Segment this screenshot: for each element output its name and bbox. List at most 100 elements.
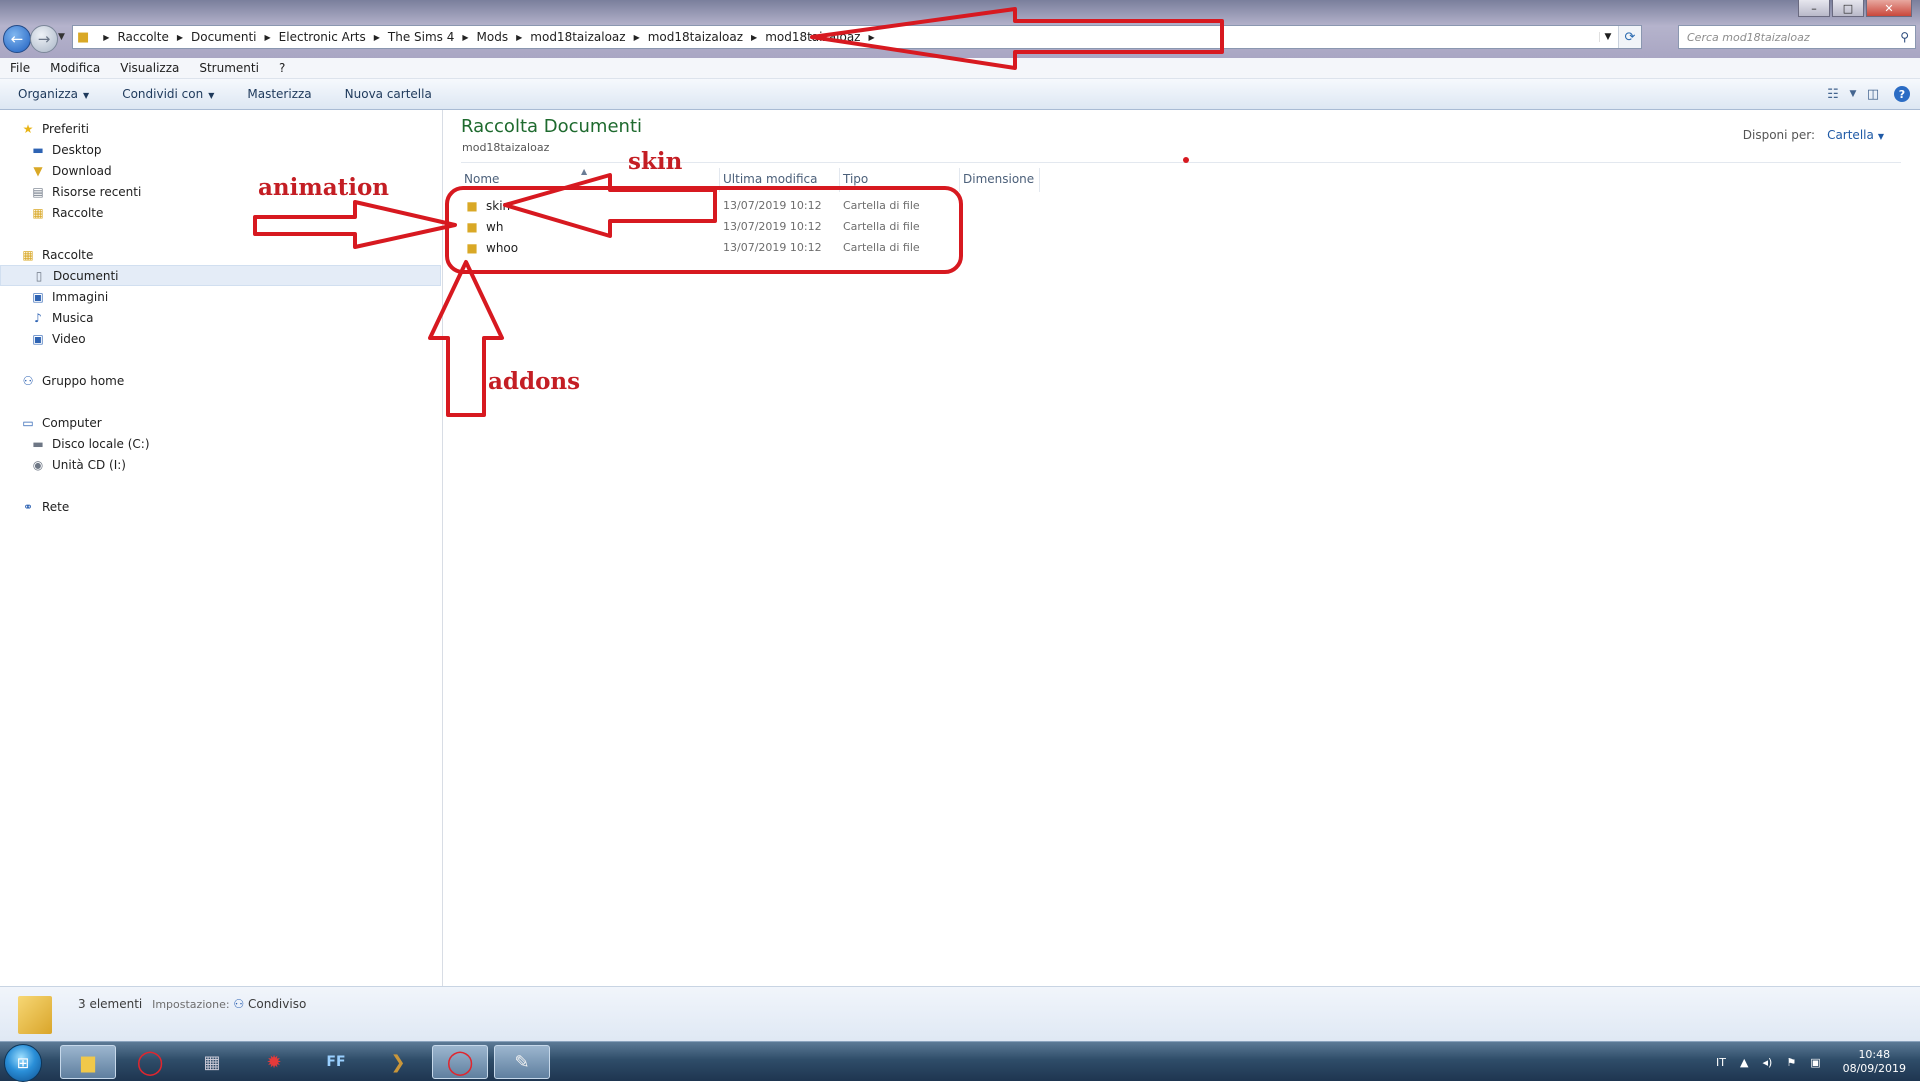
- breadcrumb-mod-2[interactable]: mod18taizaloaz: [648, 30, 743, 44]
- maximize-button[interactable]: □: [1832, 0, 1864, 17]
- taskbar-opera[interactable]: ◯: [122, 1045, 178, 1079]
- chevron-right-icon[interactable]: ▶: [462, 33, 468, 42]
- nav-music-label: Musica: [52, 310, 94, 325]
- navigation-pane: ★ Preferiti ▬ Desktop ▼ Download ▤ Risorse r…: [0, 110, 443, 986]
- address-history-dropdown[interactable]: ▼: [1599, 32, 1616, 42]
- nav-homegroup[interactable]: ⚇ Gruppo home: [0, 370, 442, 391]
- libraries-icon: ▦: [22, 247, 34, 262]
- nav-drive-c[interactable]: ▬ Disco locale (C:): [0, 433, 442, 454]
- nav-desktop[interactable]: ▬ Desktop: [0, 139, 442, 160]
- nav-fav-libraries-label: Raccolte: [52, 205, 104, 220]
- nav-music[interactable]: ♪ Musica: [0, 307, 442, 328]
- preview-pane-icon[interactable]: ◫: [1860, 87, 1886, 102]
- breadcrumb-electronic-arts[interactable]: Electronic Arts: [279, 30, 366, 44]
- organize-button[interactable]: Organizza ▼: [0, 87, 104, 101]
- search-icon[interactable]: ⚲: [1900, 30, 1909, 44]
- libraries-group: ▦ Raccolte ▯ Documenti ▣ Immagini ♪ Musica ▣…: [0, 244, 442, 349]
- start-button[interactable]: ⊞: [4, 1044, 42, 1082]
- chevron-right-icon[interactable]: ▶: [374, 33, 380, 42]
- file-row[interactable]: ■ whoo 13/07/2019 10:12 Cartella di file: [461, 237, 960, 258]
- menu-file[interactable]: File: [0, 61, 40, 75]
- breadcrumb-raccolte[interactable]: Raccolte: [117, 30, 168, 44]
- video-icon: ▣: [32, 331, 44, 346]
- breadcrumb-mod-1[interactable]: mod18taizaloaz: [530, 30, 625, 44]
- close-button[interactable]: ✕: [1866, 0, 1912, 17]
- new-folder-button[interactable]: Nuova cartella: [327, 87, 447, 101]
- minimize-button[interactable]: –: [1798, 0, 1830, 17]
- nav-pictures[interactable]: ▣ Immagini: [0, 286, 442, 307]
- nav-video-label: Video: [52, 331, 86, 346]
- share-button[interactable]: Condividi con ▼: [104, 87, 229, 101]
- show-hidden-icons[interactable]: ▲: [1740, 1056, 1748, 1069]
- network-tray-icon[interactable]: ▣: [1810, 1056, 1820, 1069]
- computer-group: ▭ Computer ▬ Disco locale (C:) ◉ Unità CD (…: [0, 412, 442, 475]
- breadcrumb-mods[interactable]: Mods: [477, 30, 509, 44]
- chevron-right-icon[interactable]: ▶: [634, 33, 640, 42]
- search-placeholder: Cerca mod18taizaloaz: [1687, 30, 1810, 44]
- chevron-right-icon[interactable]: ▶: [265, 33, 271, 42]
- bookmark-icon: ❯: [390, 1051, 406, 1073]
- taskbar-opera-active[interactable]: ◯: [432, 1045, 488, 1079]
- annotation-label-addons: addons: [488, 368, 581, 395]
- forward-button[interactable]: →: [30, 25, 58, 53]
- help-icon[interactable]: ?: [1894, 86, 1910, 102]
- chevron-down-icon[interactable]: ▼: [1846, 89, 1860, 99]
- column-size[interactable]: Dimensione: [960, 168, 1040, 192]
- breadcrumb-the-sims-4[interactable]: The Sims 4: [388, 30, 454, 44]
- breadcrumb-mod-3[interactable]: mod18taizaloaz: [765, 30, 860, 44]
- menu-modifica[interactable]: Modifica: [40, 61, 110, 75]
- column-type[interactable]: Tipo: [840, 168, 960, 192]
- share-label: Condividi con: [122, 87, 204, 101]
- burn-button[interactable]: Masterizza: [229, 87, 326, 101]
- nav-documents[interactable]: ▯ Documenti: [0, 265, 441, 286]
- view-options-icon[interactable]: ☷: [1820, 87, 1846, 102]
- taskbar-paint[interactable]: ✎: [494, 1045, 550, 1079]
- file-type: Cartella di file: [843, 220, 920, 233]
- flag-icon[interactable]: ⚑: [1786, 1056, 1796, 1069]
- taskbar-app-brown[interactable]: ❯: [370, 1045, 426, 1079]
- chevron-right-icon[interactable]: ▶: [868, 33, 874, 42]
- search-input[interactable]: Cerca mod18taizaloaz ⚲: [1678, 25, 1916, 49]
- nav-fav-libraries[interactable]: ▦ Raccolte: [0, 202, 442, 223]
- chevron-right-icon[interactable]: ▶: [177, 33, 183, 42]
- refresh-button[interactable]: ⟳: [1618, 26, 1641, 48]
- volume-icon[interactable]: ◂): [1762, 1056, 1772, 1069]
- nav-favorites[interactable]: ★ Preferiti: [0, 118, 442, 139]
- menu-visualizza[interactable]: Visualizza: [110, 61, 189, 75]
- menu-strumenti[interactable]: Strumenti: [189, 61, 269, 75]
- taskbar-app-red[interactable]: ✹: [246, 1045, 302, 1079]
- taskbar-media-app[interactable]: ▦: [184, 1045, 240, 1079]
- nav-network[interactable]: ⚭ Rete: [0, 496, 442, 517]
- arrange-dropdown[interactable]: Cartella: [1827, 128, 1874, 142]
- address-end: ▼ ⟳: [1599, 26, 1641, 48]
- nav-libraries[interactable]: ▦ Raccolte: [0, 244, 442, 265]
- item-count: 3 elementi: [78, 997, 143, 1011]
- taskbar-ffdec[interactable]: FF: [308, 1045, 364, 1079]
- film-icon: ▦: [203, 1051, 221, 1073]
- chevron-right-icon[interactable]: ▶: [103, 33, 109, 42]
- view-controls: ☷ ▼ ◫ ?: [1820, 86, 1910, 102]
- file-row[interactable]: ■ wh 13/07/2019 10:12 Cartella di file: [461, 216, 960, 237]
- chevron-right-icon[interactable]: ▶: [751, 33, 757, 42]
- language-indicator[interactable]: IT: [1716, 1056, 1726, 1069]
- nav-documents-label: Documenti: [53, 268, 119, 283]
- nav-computer[interactable]: ▭ Computer: [0, 412, 442, 433]
- libraries-icon: ▦: [32, 205, 44, 220]
- taskbar-explorer[interactable]: ▆: [60, 1045, 116, 1079]
- breadcrumb-documenti[interactable]: Documenti: [191, 30, 257, 44]
- back-button[interactable]: ←: [3, 25, 31, 53]
- recent-pages-dropdown[interactable]: ▼: [58, 32, 65, 42]
- file-row[interactable]: ■ skin 13/07/2019 10:12 Cartella di file: [461, 195, 960, 216]
- nav-computer-label: Computer: [42, 415, 102, 430]
- nav-cd-drive[interactable]: ◉ Unità CD (I:): [0, 454, 442, 475]
- clock[interactable]: 10:48 08/09/2019: [1843, 1048, 1906, 1076]
- annotation-label-animation: animation: [258, 174, 390, 201]
- nav-drive-c-label: Disco locale (C:): [52, 436, 150, 451]
- menu-help[interactable]: ?: [269, 61, 295, 75]
- chevron-right-icon[interactable]: ▶: [516, 33, 522, 42]
- chevron-down-icon[interactable]: ▼: [1878, 132, 1884, 141]
- nav-video[interactable]: ▣ Video: [0, 328, 442, 349]
- column-modified[interactable]: Ultima modifica: [720, 168, 840, 192]
- nav-download-label: Download: [52, 163, 112, 178]
- address-bar[interactable]: ■ ▶ Raccolte ▶ Documenti ▶ Electronic Ar…: [72, 25, 1642, 49]
